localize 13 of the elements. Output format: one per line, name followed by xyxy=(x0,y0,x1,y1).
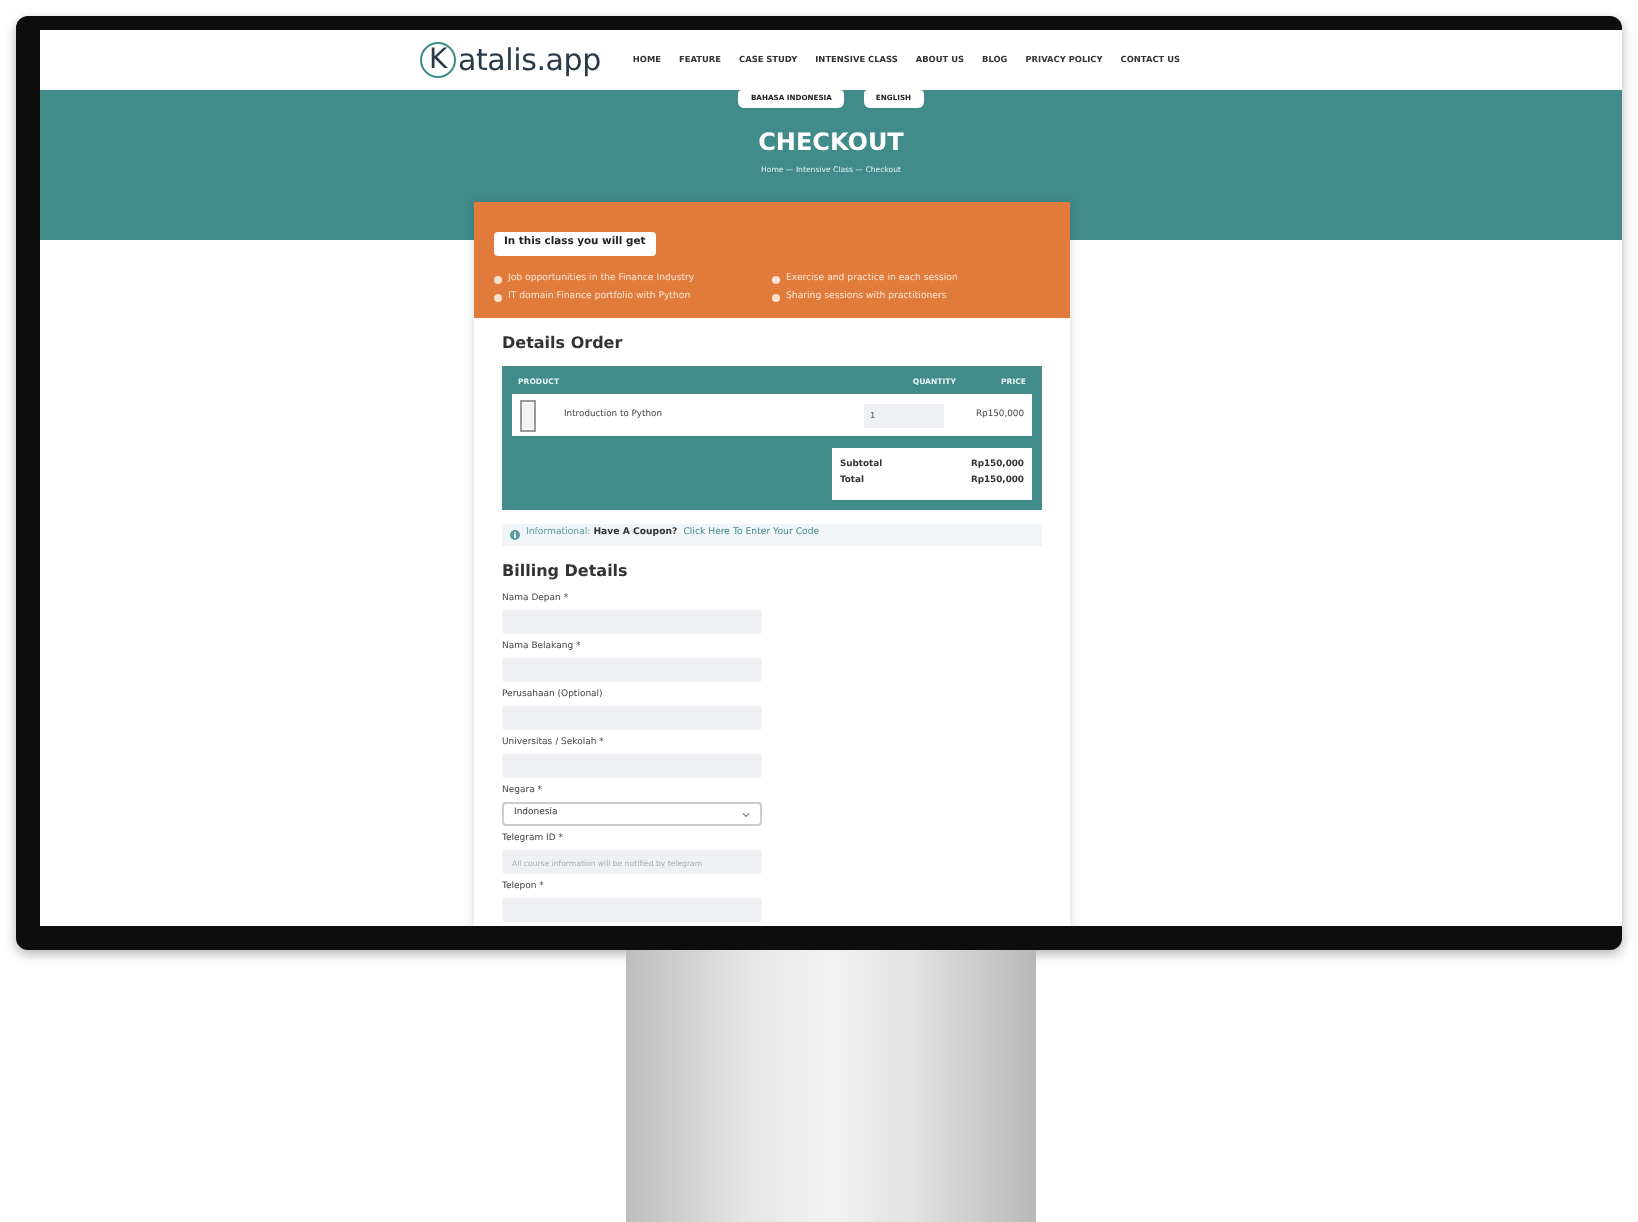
info-icon xyxy=(510,530,520,541)
bullet-icon xyxy=(494,276,502,285)
caret-icon xyxy=(742,811,750,818)
bullet-icon xyxy=(494,294,502,303)
bullet-icon xyxy=(772,276,780,285)
product-thumbnail xyxy=(520,399,536,432)
logo-letter[interactable]: K xyxy=(420,42,456,78)
logo-text[interactable]: atalis.app xyxy=(458,37,601,83)
section-title: Details Order xyxy=(502,333,625,354)
section-title: Billing Details xyxy=(502,562,630,583)
page-title: CHECKOUT xyxy=(758,126,904,161)
input-field[interactable] xyxy=(502,898,762,923)
bullet-icon xyxy=(772,294,780,303)
